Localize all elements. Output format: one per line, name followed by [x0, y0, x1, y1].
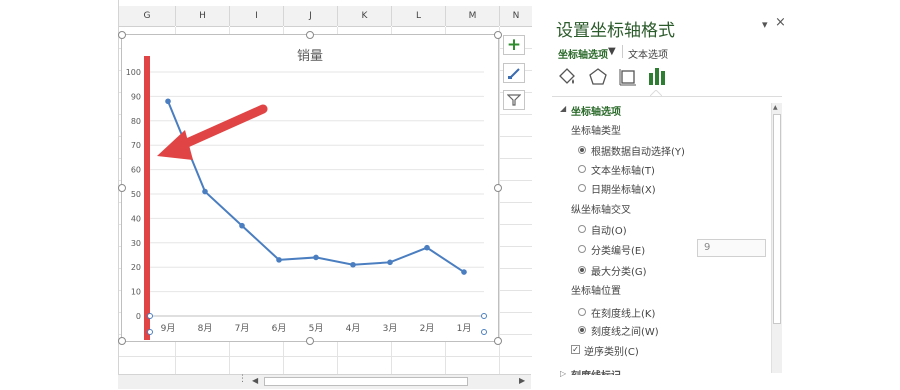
y-tick-label: 30	[131, 239, 141, 248]
option-label[interactable]: 在刻度线上(K)	[591, 305, 655, 320]
expand-icon[interactable]: ▷	[560, 369, 566, 378]
screenshot-root: { "columns": ["G","H","I","J","K","L","M…	[0, 0, 900, 390]
axis-handle[interactable]	[147, 313, 153, 319]
radio-date-axis[interactable]	[578, 184, 586, 192]
y-tick-label: 70	[131, 141, 141, 150]
option-label[interactable]: 刻度线之间(W)	[591, 323, 659, 338]
scroll-up-icon[interactable]: ▲	[773, 104, 778, 111]
x-tick-label: 2月	[420, 323, 435, 334]
x-tick-label: 3月	[383, 323, 398, 334]
x-tick-label: 6月	[272, 323, 287, 334]
radio-text-axis[interactable]	[578, 165, 586, 173]
annotation-arrow	[157, 104, 268, 160]
section-header-axis-options[interactable]: 坐标轴选项	[571, 103, 621, 118]
size-properties-icon[interactable]	[617, 66, 639, 88]
option-label[interactable]: 自动(O)	[591, 222, 627, 237]
y-tick-label: 80	[131, 117, 141, 126]
option-label[interactable]: 根据数据自动选择(Y)	[591, 143, 685, 158]
pane-options-icon[interactable]: ▾	[762, 18, 768, 31]
data-point[interactable]	[424, 244, 430, 251]
x-tick-label: 7月	[235, 323, 250, 334]
brush-icon	[508, 68, 520, 79]
data-point[interactable]	[165, 98, 171, 105]
data-point[interactable]	[387, 259, 393, 266]
axis-handle[interactable]	[147, 329, 153, 335]
axis-handle[interactable]	[481, 313, 487, 319]
data-point[interactable]	[276, 257, 282, 263]
y-tick-label: 0	[136, 312, 141, 321]
chart-elements-button[interactable]: +	[503, 35, 525, 55]
horizontal-scroll-thumb[interactable]	[264, 377, 468, 386]
collapse-icon[interactable]: ◢	[560, 104, 566, 113]
data-point[interactable]	[239, 222, 245, 229]
tab-axis-options-dropdown-icon[interactable]: ▼	[608, 46, 616, 57]
x-tick-label: 4月	[346, 323, 361, 334]
data-point[interactable]	[313, 254, 319, 261]
y-tick-label: 10	[131, 288, 141, 297]
axis-handle[interactable]	[481, 329, 487, 335]
pane-scrollbar[interactable]: ▲	[771, 103, 782, 373]
grip-icon: ⋮	[238, 374, 247, 384]
fill-line-icon[interactable]	[556, 66, 578, 88]
axis-position-label: 坐标轴位置	[571, 286, 621, 297]
effects-icon[interactable]	[587, 66, 609, 88]
option-label[interactable]: 分类编号(E)	[591, 242, 645, 257]
radio-max-category[interactable]	[578, 266, 586, 274]
radio-cross-auto[interactable]	[578, 225, 586, 233]
chart-filters-button[interactable]	[503, 90, 525, 110]
chart-styles-button[interactable]	[503, 63, 525, 83]
data-point[interactable]	[350, 261, 356, 268]
x-tick-label: 1月	[457, 323, 472, 334]
data-point[interactable]	[202, 188, 208, 195]
radio-category-number[interactable]	[578, 245, 586, 253]
y-tick-label: 40	[131, 214, 141, 223]
vertical-axis-crosses-label: 纵坐标轴交叉	[571, 205, 631, 216]
reverse-categories-checkbox[interactable]: ✓	[571, 345, 580, 354]
highlighted-axis[interactable]	[144, 56, 150, 340]
tab-text-options[interactable]: 文本选项	[628, 46, 668, 61]
category-number-field[interactable]: 9	[697, 239, 766, 257]
axis-type-label: 坐标轴类型	[571, 126, 621, 137]
option-label[interactable]: 日期坐标轴(X)	[591, 181, 656, 196]
option-label[interactable]: 最大分类(G)	[591, 263, 647, 278]
tab-axis-options[interactable]: 坐标轴选项	[558, 46, 608, 61]
plus-icon: +	[506, 34, 522, 55]
radio-auto-select[interactable]	[578, 146, 586, 154]
close-icon[interactable]: ×	[775, 15, 786, 30]
scroll-left-icon[interactable]: ◀	[252, 376, 258, 385]
section-header-tick-marks[interactable]: 刻度线标记	[571, 367, 621, 375]
axis-options-icon[interactable]	[646, 65, 668, 87]
option-label[interactable]: 文本坐标轴(T)	[591, 162, 655, 177]
radio-between-tick-marks[interactable]	[578, 326, 586, 334]
pane-scroll-thumb[interactable]	[773, 114, 781, 324]
reverse-categories-label[interactable]: 逆序类别(C)	[584, 343, 639, 358]
filter-icon	[507, 94, 521, 106]
x-tick-label: 5月	[309, 323, 324, 334]
y-tick-label: 100	[126, 68, 141, 77]
selected-tab-pointer	[650, 90, 662, 97]
y-tick-label: 90	[131, 92, 141, 101]
x-tick-label: 8月	[198, 323, 213, 334]
y-tick-label: 60	[131, 166, 141, 175]
y-tick-label: 20	[131, 263, 141, 272]
y-tick-label: 50	[131, 190, 141, 199]
scroll-right-icon[interactable]: ▶	[519, 376, 525, 385]
radio-on-tick-marks[interactable]	[578, 308, 586, 316]
x-tick-label: 9月	[161, 323, 176, 334]
data-point[interactable]	[461, 269, 467, 275]
pane-title: 设置坐标轴格式	[556, 21, 675, 41]
